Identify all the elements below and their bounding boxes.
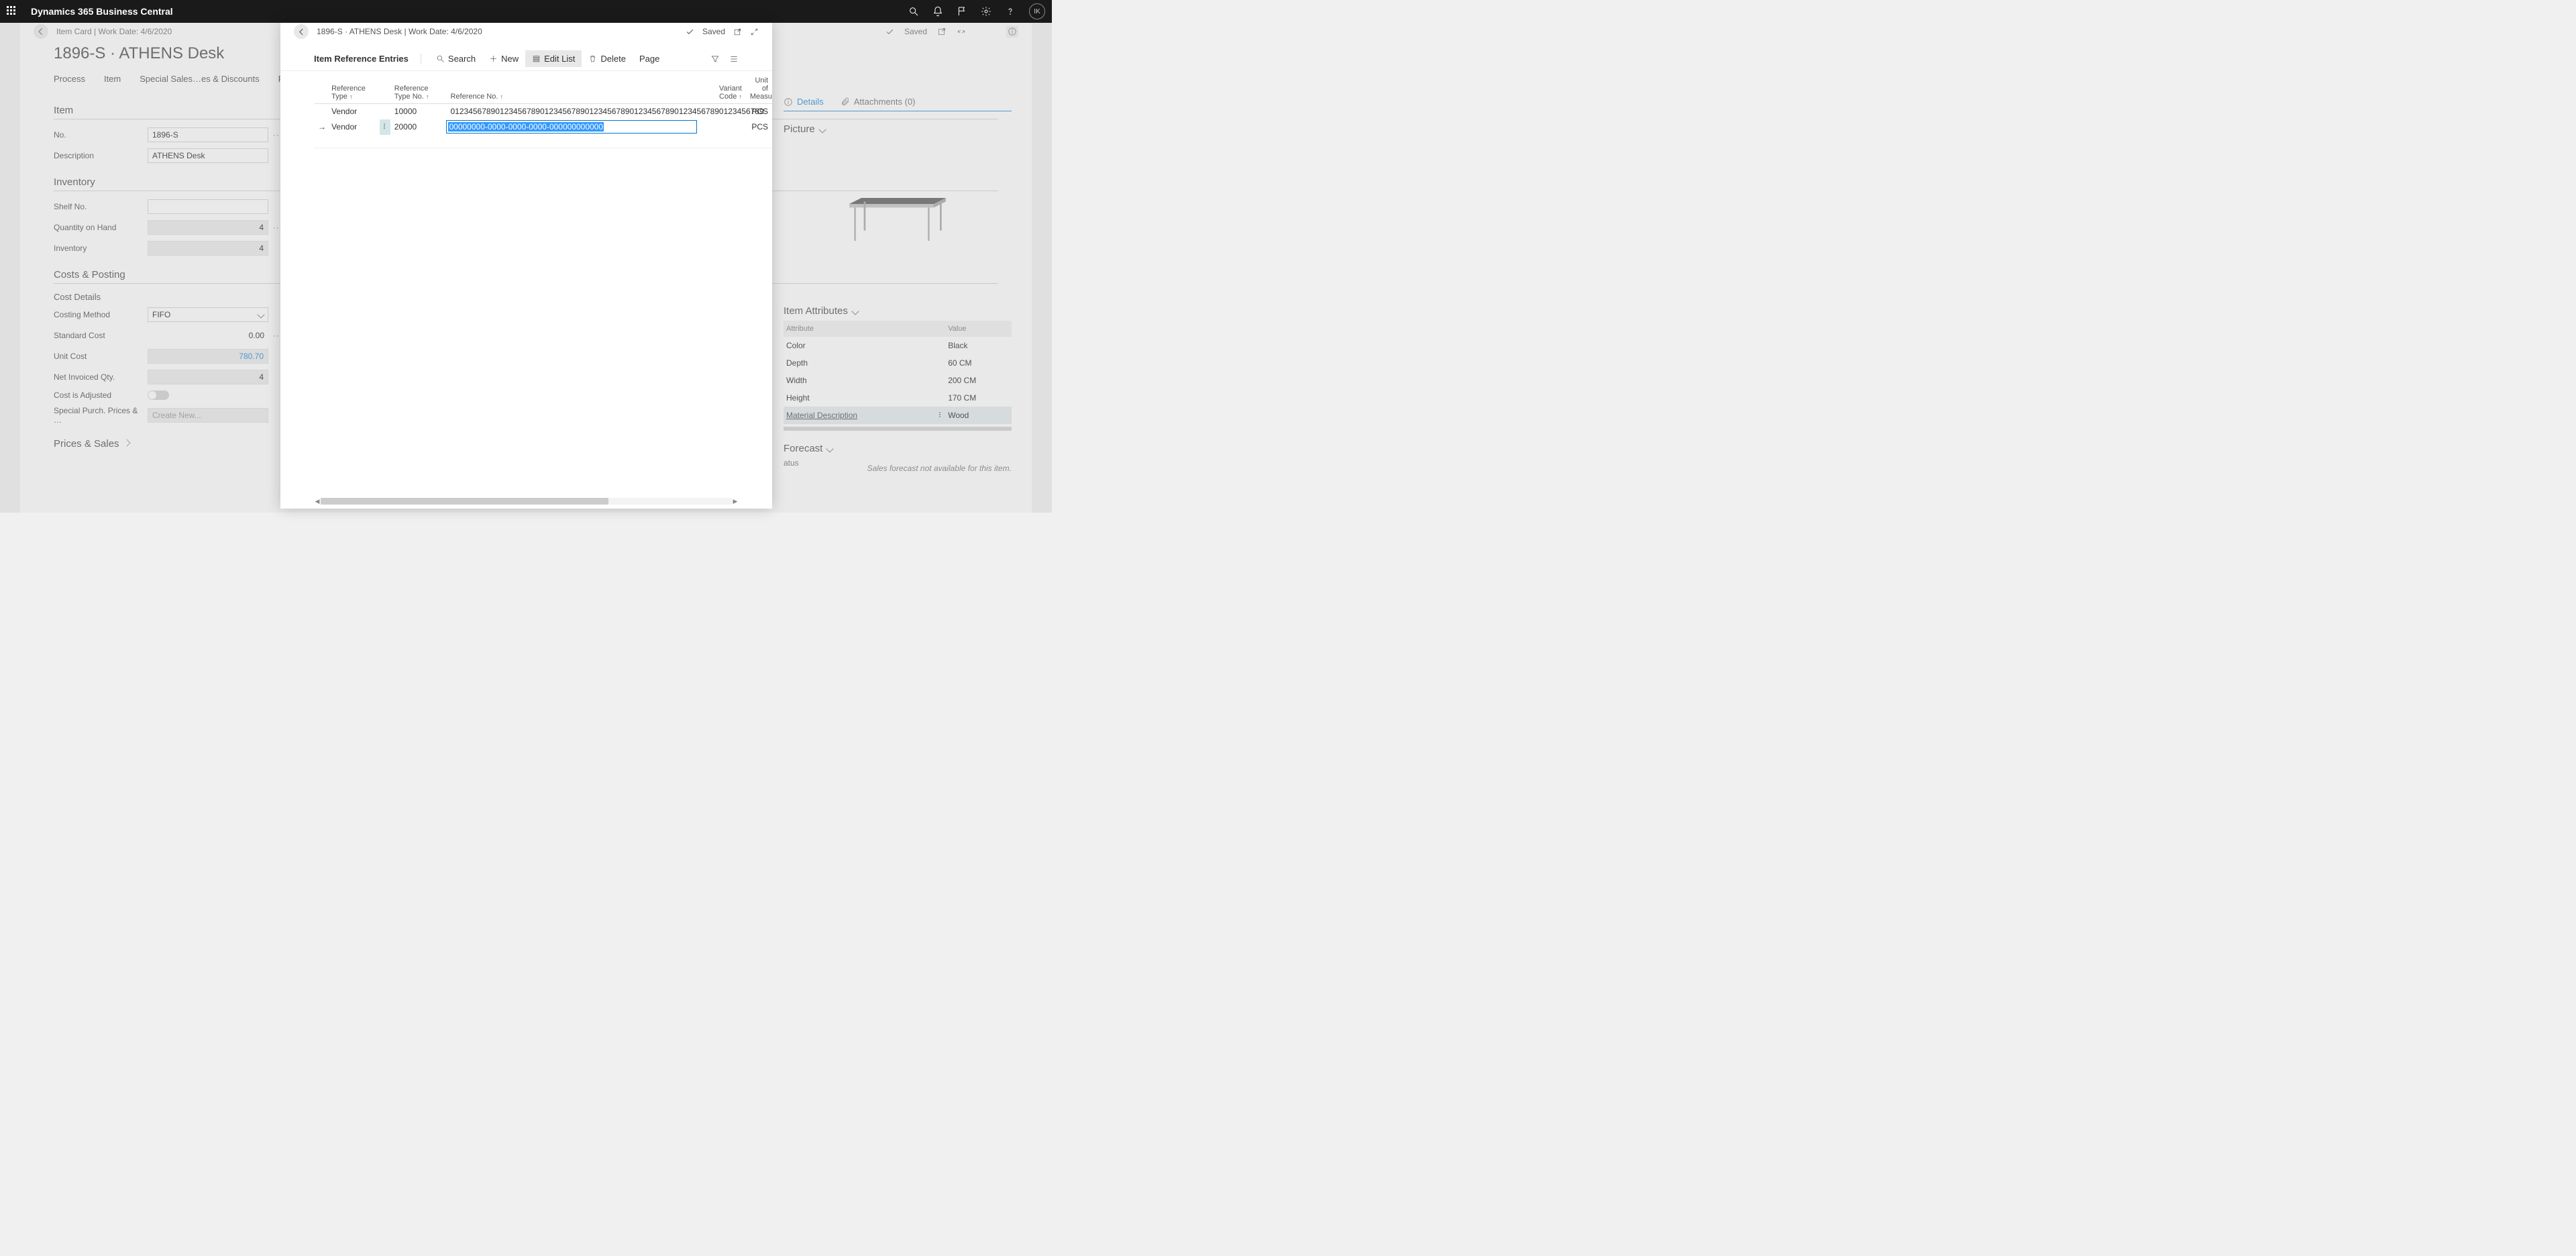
modal-popout-icon[interactable]: [733, 28, 742, 36]
app-topbar: Dynamics 365 Business Central IK: [0, 0, 1052, 23]
filter-icon[interactable]: [710, 54, 720, 64]
cell-ref-type[interactable]: Vendor: [327, 104, 380, 119]
edit-list-action[interactable]: Edit List: [525, 50, 582, 67]
row-indicator-icon: →: [314, 119, 327, 135]
cell-ref-type-no[interactable]: 20000: [390, 119, 447, 135]
modal-title-tab: Item Reference Entries: [314, 54, 421, 64]
col-variant-code[interactable]: Variant Code ↑: [697, 71, 746, 104]
settings-icon[interactable]: [981, 6, 991, 17]
cell-ref-no-editing[interactable]: 00000000-0000-0000-0000-000000000000: [446, 119, 697, 135]
col-reference-no[interactable]: Reference No. ↑: [446, 71, 697, 104]
app-launcher-icon[interactable]: [7, 6, 17, 17]
cell-uom[interactable]: PCS: [746, 119, 772, 135]
grid-horizontal-scrollbar[interactable]: ◀ ▶: [314, 496, 739, 506]
flag-icon[interactable]: [957, 6, 967, 17]
modal-breadcrumb: 1896-S · ATHENS Desk | Work Date: 4/6/20…: [317, 27, 482, 36]
search-action[interactable]: Search: [429, 50, 482, 67]
app-title: Dynamics 365 Business Central: [31, 6, 173, 17]
grid-new-row[interactable]: [314, 135, 772, 148]
cell-ref-type[interactable]: Vendor: [327, 119, 380, 135]
page-action[interactable]: Page: [633, 50, 666, 67]
modal-back-button[interactable]: [294, 24, 309, 39]
cell-ref-no[interactable]: 0123456789012345678901234567890123456789…: [446, 104, 697, 119]
new-action[interactable]: New: [482, 50, 525, 67]
modal-saved-label: Saved: [702, 27, 725, 36]
grid-row[interactable]: Vendor 10000 012345678901234567890123456…: [314, 104, 772, 119]
cell-ref-type-no[interactable]: 10000: [390, 104, 447, 119]
item-reference-entries-modal: 1896-S · ATHENS Desk | Work Date: 4/6/20…: [280, 23, 772, 509]
help-icon[interactable]: [1005, 6, 1016, 17]
modal-saved-icon: [686, 28, 694, 36]
col-reference-type[interactable]: ReferenceType ↑: [327, 71, 380, 104]
reference-entries-grid: ReferenceType ↑ ReferenceType No. ↑ Refe…: [314, 71, 772, 282]
list-view-icon[interactable]: [729, 54, 739, 64]
user-avatar[interactable]: IK: [1029, 3, 1045, 19]
delete-action[interactable]: Delete: [582, 50, 633, 67]
notification-icon[interactable]: [932, 6, 943, 17]
col-unit-of-measure[interactable]: Unit ofMeasu: [746, 71, 772, 104]
search-icon[interactable]: [908, 6, 919, 17]
col-reference-type-no[interactable]: ReferenceType No. ↑: [390, 71, 447, 104]
row-menu-button[interactable]: [380, 119, 390, 135]
modal-expand-icon[interactable]: [750, 28, 759, 36]
grid-row-selected[interactable]: → Vendor 20000 00000000-0000-0000-0000-0…: [314, 119, 772, 135]
